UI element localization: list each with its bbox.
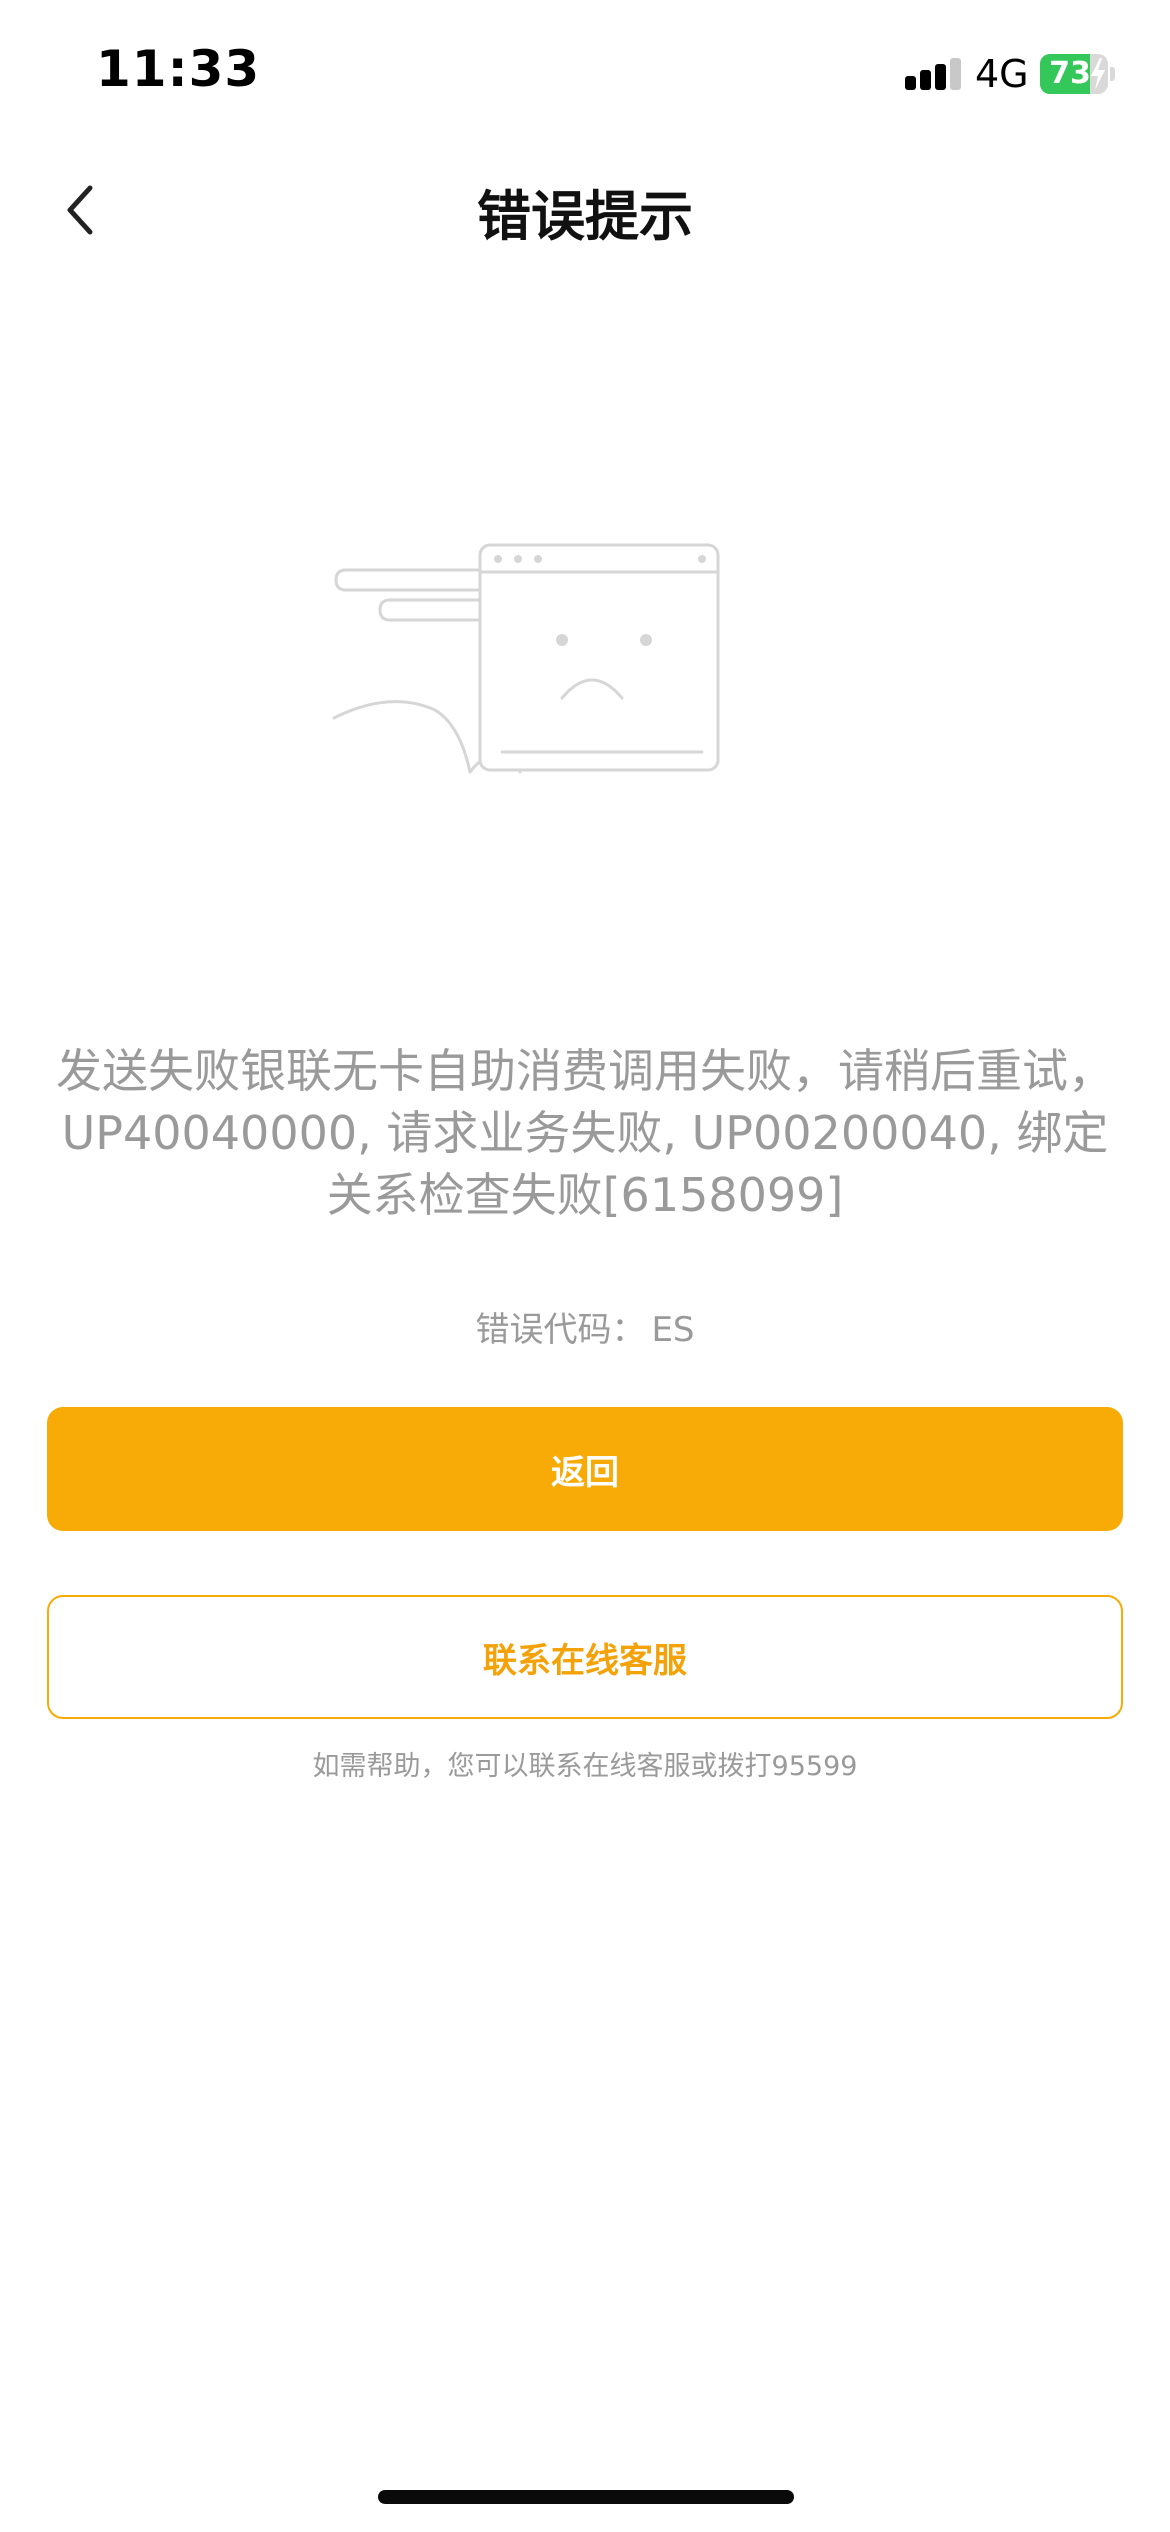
status-bar: 11:33 4G 73 bbox=[0, 0, 1170, 150]
network-type-label: 4G bbox=[975, 52, 1029, 96]
page-title: 错误提示 bbox=[477, 185, 693, 248]
error-code-value: ES bbox=[651, 1310, 695, 1350]
battery-body: 73 bbox=[1040, 54, 1108, 94]
cellular-signal-icon bbox=[905, 58, 961, 90]
return-button[interactable]: 返回 bbox=[47, 1407, 1123, 1531]
battery-cap bbox=[1110, 67, 1115, 81]
status-time: 11:33 bbox=[96, 40, 261, 98]
sad-browser-window-illustration bbox=[332, 543, 720, 774]
contact-online-service-button[interactable]: 联系在线客服 bbox=[47, 1595, 1123, 1719]
home-indicator bbox=[378, 2490, 794, 2504]
error-message: 发送失败银联无卡自助消费调用失败，请稍后重试，UP40040000, 请求业务失… bbox=[56, 1044, 1114, 1222]
help-text: 如需帮助，您可以联系在线客服或拨打95599 bbox=[312, 1751, 858, 1782]
error-code: 错误代码： ES bbox=[0, 1302, 1170, 1351]
lightning-bolt-icon bbox=[1091, 58, 1105, 90]
error-code-label: 错误代码： bbox=[475, 1310, 646, 1350]
battery-indicator: 73 bbox=[1040, 54, 1115, 94]
